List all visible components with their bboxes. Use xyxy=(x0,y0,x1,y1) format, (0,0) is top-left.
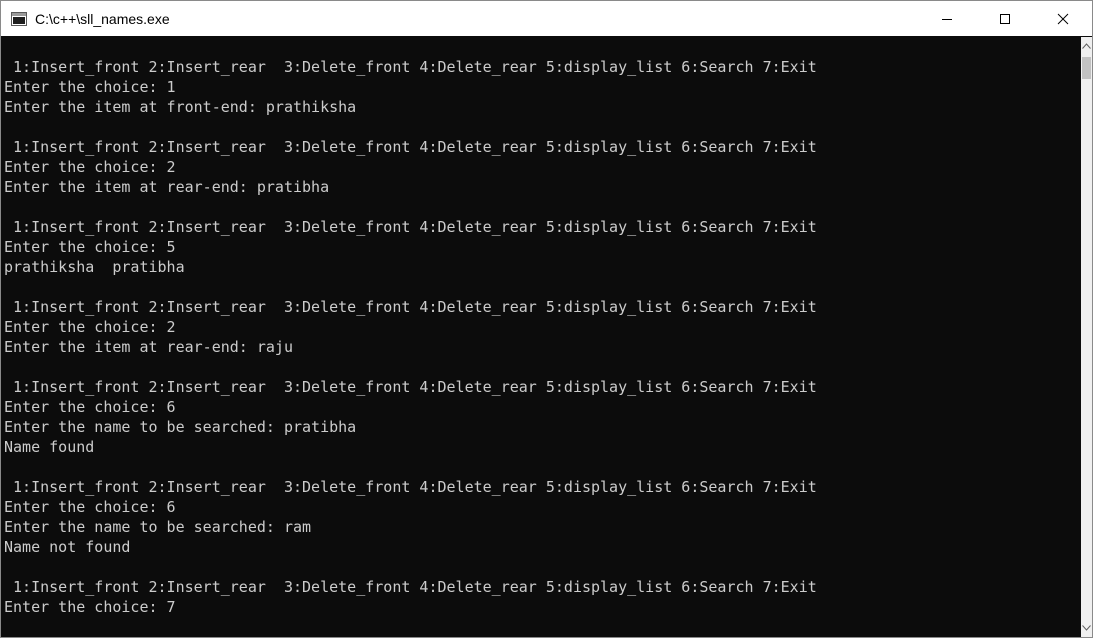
minimize-button[interactable] xyxy=(918,1,976,36)
console-line: Enter the choice: 2 xyxy=(4,318,176,336)
console-output[interactable]: 1:Insert_front 2:Insert_rear 3:Delete_fr… xyxy=(1,37,1082,637)
console-line: 1:Insert_front 2:Insert_rear 3:Delete_fr… xyxy=(4,578,817,596)
console-line: Enter the item at rear-end: raju xyxy=(4,338,293,356)
close-icon xyxy=(1057,13,1069,24)
console-line: Enter the name to be searched: pratibha xyxy=(4,418,357,436)
console-window: C:\c++\sll_names.exe 1:Insert_front 2:In… xyxy=(0,0,1093,638)
console-line: 1:Insert_front 2:Insert_rear 3:Delete_fr… xyxy=(4,218,817,236)
maximize-button[interactable] xyxy=(976,1,1034,36)
console-line: Enter the choice: 6 xyxy=(4,398,176,416)
console-app-icon xyxy=(11,11,27,26)
console-line: Enter the item at rear-end: pratibha xyxy=(4,178,330,196)
scroll-up-button[interactable] xyxy=(1081,39,1092,53)
console-line: Enter the item at front-end: prathiksha xyxy=(4,98,357,116)
console-line: Enter the choice: 1 xyxy=(4,78,176,96)
window-controls xyxy=(918,1,1092,36)
title-bar[interactable]: C:\c++\sll_names.exe xyxy=(1,1,1092,36)
scroll-thumb[interactable] xyxy=(1082,57,1091,79)
console-line: Enter the choice: 5 xyxy=(4,238,176,256)
console-line: 1:Insert_front 2:Insert_rear 3:Delete_fr… xyxy=(4,58,817,76)
console-line: 1:Insert_front 2:Insert_rear 3:Delete_fr… xyxy=(4,138,817,156)
minimize-icon xyxy=(942,18,952,20)
console-line: Name found xyxy=(4,438,95,456)
vertical-scrollbar[interactable] xyxy=(1081,37,1092,637)
console-line: 1:Insert_front 2:Insert_rear 3:Delete_fr… xyxy=(4,378,817,396)
scroll-up-icon xyxy=(1082,43,1091,49)
scroll-down-button[interactable] xyxy=(1081,621,1092,635)
console-line: Name not found xyxy=(4,538,131,556)
console-line: Enter the choice: 7 xyxy=(4,598,176,616)
scroll-down-icon xyxy=(1082,625,1091,631)
maximize-icon xyxy=(1000,13,1010,24)
console-line: prathiksha pratibha xyxy=(4,258,185,276)
console-line: Enter the name to be searched: ram xyxy=(4,518,312,536)
console-line: 1:Insert_front 2:Insert_rear 3:Delete_fr… xyxy=(4,298,817,316)
console-line: Enter the choice: 6 xyxy=(4,498,176,516)
close-button[interactable] xyxy=(1034,1,1092,36)
window-title: C:\c++\sll_names.exe xyxy=(35,10,170,27)
console-line: 1:Insert_front 2:Insert_rear 3:Delete_fr… xyxy=(4,478,817,496)
console-line: Enter the choice: 2 xyxy=(4,158,176,176)
